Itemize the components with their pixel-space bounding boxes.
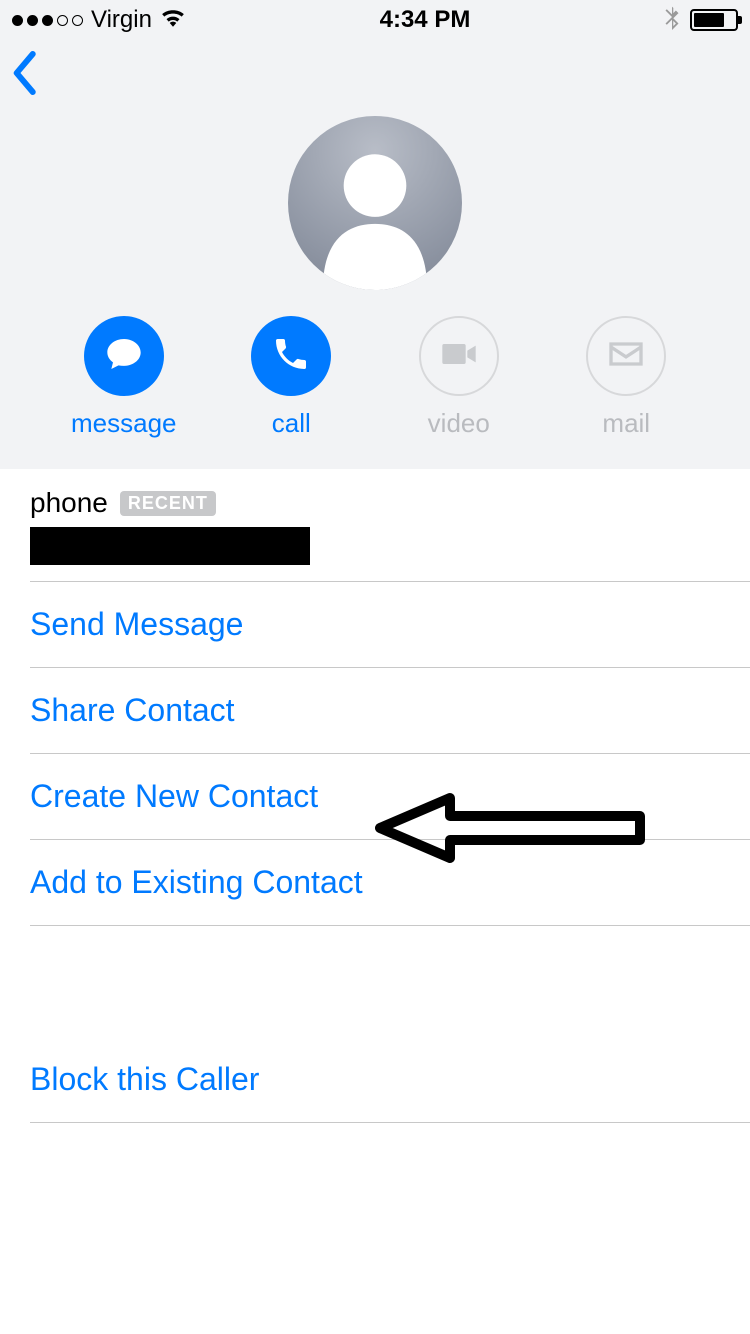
video-button: video [394,316,524,439]
mail-label: mail [602,408,650,439]
video-icon [439,334,479,379]
back-button[interactable] [10,51,38,100]
share-contact-row[interactable]: Share Contact [0,668,750,753]
battery-icon [690,9,738,31]
status-bar: Virgin 4:34 PM [0,0,750,40]
call-button[interactable]: call [226,316,356,439]
status-left: Virgin [12,6,186,34]
phone-icon [271,334,311,379]
status-time: 4:34 PM [380,6,471,34]
signal-strength-icon [12,15,83,26]
message-icon [104,334,144,379]
video-label: video [428,408,490,439]
nav-bar [0,40,750,110]
wifi-icon [160,6,186,34]
bluetooth-icon [664,4,680,37]
content-list: phone RECENT Send Message Share Contact … [0,469,750,1123]
message-label: message [71,408,177,439]
send-message-row[interactable]: Send Message [0,582,750,667]
mail-icon [606,334,646,379]
add-to-existing-contact-row[interactable]: Add to Existing Contact [0,840,750,925]
block-this-caller-row[interactable]: Block this Caller [0,1037,750,1122]
phone-number-redacted [30,527,310,565]
create-new-contact-row[interactable]: Create New Contact [0,754,750,839]
message-button[interactable]: message [59,316,189,439]
action-row: message call video mail [0,316,750,449]
phone-field-label: phone [30,487,108,519]
contact-header: message call video mail [0,40,750,469]
avatar-container [0,110,750,316]
phone-row[interactable]: phone RECENT [0,469,750,581]
recent-badge: RECENT [120,491,216,516]
status-right [664,4,738,37]
call-label: call [272,408,311,439]
mail-button: mail [561,316,691,439]
avatar-placeholder-icon [288,116,462,290]
carrier-label: Virgin [91,6,152,34]
